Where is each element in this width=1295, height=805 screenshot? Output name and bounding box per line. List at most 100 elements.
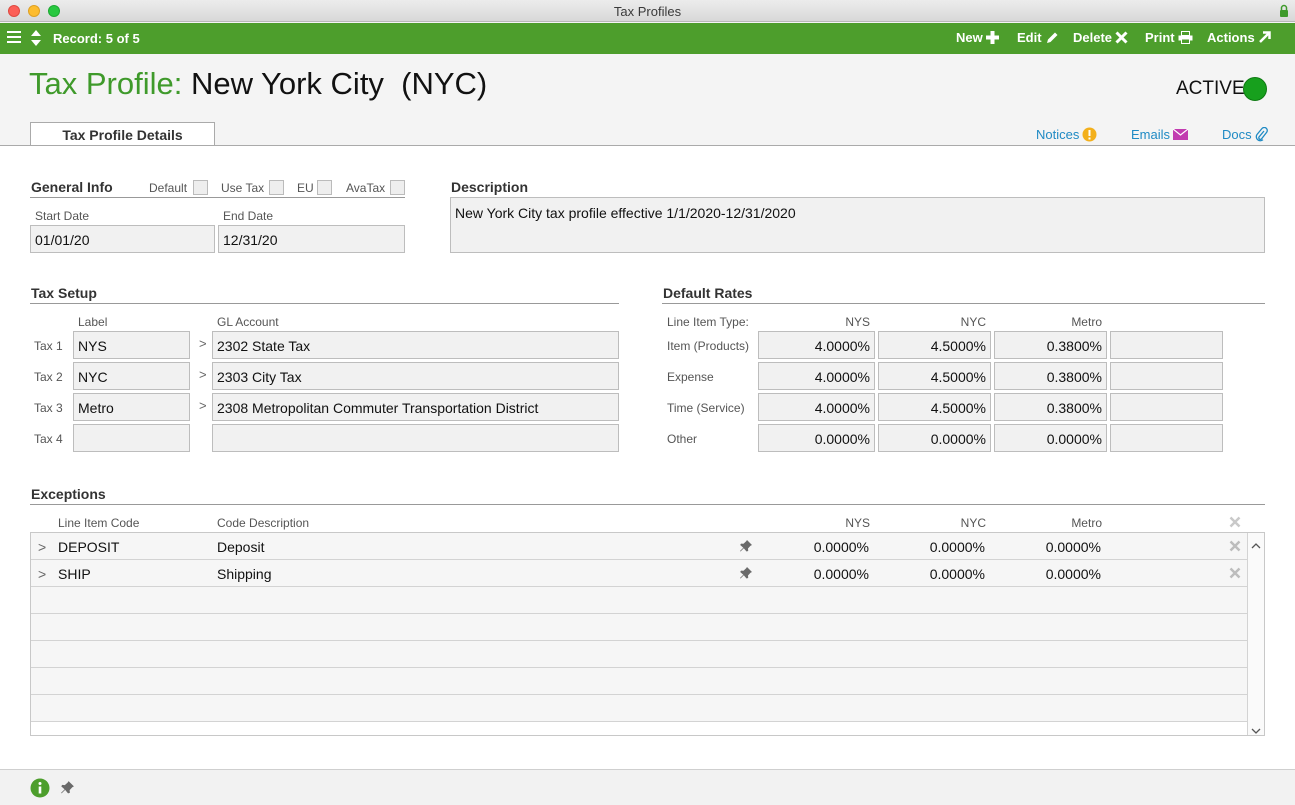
rate-nyc-field[interactable]: 4.5000% [878, 331, 991, 359]
tax-row-name: Tax 4 [34, 432, 63, 446]
default-checkbox[interactable] [193, 180, 208, 195]
tax-row-name: Tax 3 [34, 401, 63, 415]
exceptions-grid: > DEPOSIT Deposit 0.0000% 0.0000% 0.0000… [30, 532, 1265, 736]
edit-button[interactable]: Edit [1017, 30, 1059, 45]
scroll-up-icon[interactable] [1251, 537, 1261, 552]
gl-lookup-arrow[interactable]: > [199, 398, 207, 413]
record-toolbar: Record: 5 of 5 New Edit Delete Print Act… [0, 23, 1295, 54]
delete-button[interactable]: Delete [1073, 30, 1128, 45]
actions-button[interactable]: Actions [1207, 30, 1271, 45]
start-date-label: Start Date [35, 209, 90, 223]
pencil-icon [1046, 32, 1058, 43]
tax-row-name: Tax 1 [34, 339, 63, 353]
eu-label: EU [297, 181, 314, 195]
tax-label-field[interactable] [73, 424, 190, 452]
exceptions-rule [30, 504, 1265, 505]
rate-nys-field[interactable]: 4.0000% [758, 393, 875, 421]
edit-button-label: Edit [1017, 30, 1042, 45]
rate-nyc-field[interactable]: 4.5000% [878, 362, 991, 390]
use-tax-checkbox[interactable] [269, 180, 284, 195]
tax-label-field[interactable]: NYS [73, 331, 190, 359]
docs-link[interactable]: Docs [1222, 127, 1268, 142]
pin-icon[interactable] [739, 539, 753, 556]
new-button[interactable]: New [956, 30, 999, 45]
tax-label-field[interactable]: Metro [73, 393, 190, 421]
rate-nys-field[interactable]: 4.0000% [758, 331, 875, 359]
footer-bar [0, 769, 1295, 805]
gl-lookup-arrow[interactable]: > [199, 367, 207, 382]
rate-metro-field[interactable]: 0.3800% [994, 331, 1107, 359]
notices-link[interactable]: Notices [1036, 127, 1097, 142]
delete-row-x-icon[interactable] [1229, 567, 1241, 582]
rate-metro-field[interactable]: 0.3800% [994, 362, 1107, 390]
print-button-label: Print [1145, 30, 1175, 45]
print-button[interactable]: Print [1145, 30, 1193, 45]
window-titlebar: Tax Profiles [0, 0, 1295, 22]
table-row[interactable]: > SHIP Shipping 0.0000% 0.0000% 0.0000% [31, 560, 1247, 587]
empty-table-row[interactable] [31, 695, 1247, 722]
start-date-field[interactable]: 01/01/20 [30, 225, 215, 253]
rate-nys-field[interactable]: 4.0000% [758, 362, 875, 390]
page-title-label: Tax Profile: [29, 66, 183, 101]
avatax-checkbox[interactable] [390, 180, 405, 195]
record-navigate-icon[interactable] [29, 27, 43, 52]
rate-metro-field[interactable]: 0.0000% [994, 424, 1107, 452]
eu-checkbox[interactable] [317, 180, 332, 195]
pin-icon[interactable] [739, 566, 753, 583]
rate-extra-field[interactable] [1110, 393, 1223, 421]
empty-table-row[interactable] [31, 587, 1247, 614]
exceptions-col-metro: Metro [1071, 516, 1102, 530]
exception-nyc-rate[interactable]: 0.0000% [885, 566, 985, 582]
gl-account-field[interactable]: 2308 Metropolitan Commuter Transportatio… [212, 393, 619, 421]
gl-account-field[interactable]: 2303 City Tax [212, 362, 619, 390]
tax-label-field[interactable]: NYC [73, 362, 190, 390]
pin-icon[interactable] [60, 780, 75, 798]
rate-extra-field[interactable] [1110, 424, 1223, 452]
empty-table-row[interactable] [31, 668, 1247, 695]
status-label: ACTIVE [1176, 78, 1245, 99]
gl-account-field[interactable] [212, 424, 619, 452]
general-info-rule [30, 197, 405, 198]
exception-nys-rate[interactable]: 0.0000% [769, 539, 869, 555]
exceptions-scrollbar[interactable] [1247, 533, 1264, 735]
row-expand-arrow[interactable]: > [38, 539, 46, 555]
exception-nyc-rate[interactable]: 0.0000% [885, 539, 985, 555]
end-date-field[interactable]: 12/31/20 [218, 225, 405, 253]
notices-label: Notices [1036, 127, 1080, 142]
empty-table-row[interactable] [31, 641, 1247, 668]
emails-label: Emails [1131, 127, 1171, 142]
empty-table-row[interactable] [31, 614, 1247, 641]
exception-metro-rate[interactable]: 0.0000% [1001, 566, 1101, 582]
record-counter: Record: 5 of 5 [53, 31, 140, 46]
info-icon[interactable] [30, 778, 50, 801]
page-title: Tax Profile: New York City (NYC) [29, 66, 487, 102]
page-title-value: New York City (NYC) [190, 66, 488, 101]
rate-extra-field[interactable] [1110, 362, 1223, 390]
rate-metro-field[interactable]: 0.3800% [994, 393, 1107, 421]
rate-nys-field[interactable]: 0.0000% [758, 424, 875, 452]
clear-all-x-icon[interactable] [1229, 516, 1241, 531]
emails-link[interactable]: Emails [1131, 127, 1189, 142]
use-tax-label: Use Tax [221, 181, 265, 195]
delete-row-x-icon[interactable] [1229, 540, 1241, 555]
rate-nyc-field[interactable]: 0.0000% [878, 424, 991, 452]
scroll-down-icon[interactable] [1251, 723, 1261, 738]
rate-row-type: Other [667, 432, 698, 446]
gl-lookup-arrow[interactable]: > [199, 336, 207, 351]
menu-icon[interactable] [7, 30, 21, 47]
tab-tax-profile-details[interactable]: Tax Profile Details [30, 122, 215, 146]
docs-label: Docs [1222, 127, 1252, 142]
exception-metro-rate[interactable]: 0.0000% [1001, 539, 1101, 555]
tax-setup-rule [30, 303, 619, 304]
table-row[interactable]: > DEPOSIT Deposit 0.0000% 0.0000% 0.0000… [31, 533, 1247, 560]
new-button-label: New [956, 30, 983, 45]
gl-account-header: GL Account [217, 315, 279, 329]
description-field[interactable]: New York City tax profile effective 1/1/… [450, 197, 1265, 253]
lock-icon[interactable] [1279, 4, 1289, 21]
actions-button-label: Actions [1207, 30, 1255, 45]
row-expand-arrow[interactable]: > [38, 566, 46, 582]
rate-nyc-field[interactable]: 4.5000% [878, 393, 991, 421]
exception-nys-rate[interactable]: 0.0000% [769, 566, 869, 582]
rate-extra-field[interactable] [1110, 331, 1223, 359]
gl-account-field[interactable]: 2302 State Tax [212, 331, 619, 359]
